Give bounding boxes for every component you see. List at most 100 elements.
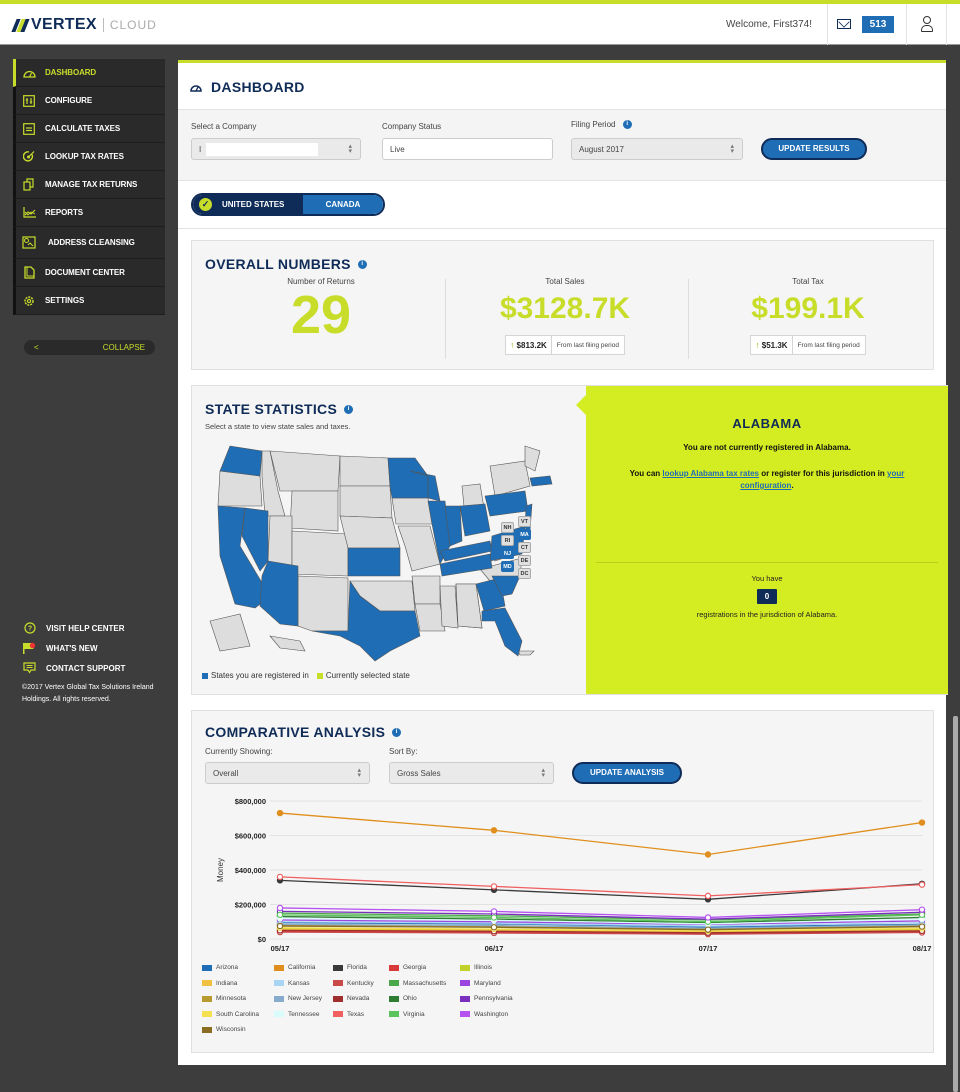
legend-swatch [389, 1011, 399, 1017]
lookup-tax-rates-link[interactable]: lookup Alabama tax rates [662, 469, 759, 478]
info-icon[interactable]: i [392, 727, 402, 737]
divider [596, 562, 938, 563]
legend-swatch [460, 964, 470, 971]
legend-label: Ohio [403, 995, 417, 1002]
sort-by-select[interactable]: Gross Sales ▴ ▾ [389, 762, 554, 784]
state-button-ct[interactable]: CT [518, 542, 531, 553]
legend-swatch [460, 1011, 470, 1017]
state-button-vt[interactable]: VT [518, 516, 531, 527]
x-tick-label: 05/17 [271, 944, 290, 953]
sidebar-item-document-center[interactable]: DOCUMENT CENTER [13, 259, 165, 287]
legend-item[interactable]: Wisconsin [202, 1026, 246, 1033]
country-united-states[interactable]: ✓ UNITED STATES [193, 195, 303, 214]
sidebar-item-reports[interactable]: REPORTS [13, 199, 165, 227]
state-arizona [259, 560, 299, 627]
message-text: or register for this jurisdiction in [759, 469, 888, 478]
vertex-logo[interactable]: VERTEX CLOUD [11, 16, 157, 34]
legend-item[interactable]: Kansas [274, 980, 310, 987]
contact-support-link[interactable]: CONTACT SUPPORT [23, 658, 125, 678]
company-select-value: I [199, 145, 202, 154]
state-button-md[interactable]: MD [501, 561, 514, 572]
y-tick-label: $600,000 [235, 832, 266, 841]
whats-new-link[interactable]: WHAT'S NEW [23, 638, 125, 658]
legend-item[interactable]: Florida [333, 964, 367, 971]
arrow-up-icon: ↑ [755, 340, 760, 350]
sidebar-nav: DASHBOARD CONFIGURE CALCULATE TAXES LOOK… [13, 59, 165, 315]
documents-icon [22, 178, 36, 192]
sidebar-item-settings[interactable]: SETTINGS [13, 287, 165, 315]
legend-item[interactable]: Texas [333, 1011, 364, 1018]
change-text: From last filing period [797, 341, 860, 349]
arrow-up-icon: ↑ [510, 340, 515, 350]
state-button-ma[interactable]: MA [518, 529, 531, 540]
legend-label: California [288, 964, 316, 971]
state-button-de[interactable]: DE [518, 555, 531, 566]
visit-help-center-link[interactable]: ? VISIT HELP CENTER [23, 618, 125, 638]
sidebar-item-label: CONFIGURE [45, 96, 93, 105]
filing-period-select[interactable]: August 2017 ▴ ▾ [571, 138, 743, 160]
sidebar-item-calculate-taxes[interactable]: CALCULATE TAXES [13, 115, 165, 143]
user-icon[interactable] [921, 16, 933, 33]
state-button-nh[interactable]: NH [501, 522, 514, 533]
sidebar-item-lookup-tax-rates[interactable]: LOOKUP TAX RATES [13, 143, 165, 171]
state-button-nj[interactable]: NJ [501, 548, 514, 559]
sidebar-item-dashboard[interactable]: DASHBOARD [13, 59, 165, 87]
data-point [276, 904, 284, 912]
update-results-button[interactable]: UPDATE RESULTS [761, 138, 867, 160]
legend-item[interactable]: Minnesota [202, 995, 246, 1002]
legend-item[interactable]: Kentucky [333, 980, 374, 987]
message-count-badge[interactable]: 513 [862, 16, 894, 33]
legend-swatch [274, 995, 284, 1002]
company-status-field[interactable]: Live [382, 138, 553, 160]
info-icon[interactable]: i [357, 259, 367, 269]
sidebar-item-manage-tax-returns[interactable]: MANAGE TAX RETURNS [13, 171, 165, 199]
legend-item[interactable]: Indiana [202, 980, 237, 987]
us-map[interactable] [200, 436, 570, 664]
legend-swatch [460, 980, 470, 986]
country-canada[interactable]: CANADA [303, 195, 383, 214]
legend-item[interactable]: New Jersey [274, 995, 322, 1002]
state-pennsylvania [484, 490, 529, 517]
info-icon[interactable]: i [622, 120, 632, 130]
state-minnesota [387, 457, 429, 499]
collapse-sidebar-button[interactable]: < COLLAPSE [24, 340, 155, 355]
legend-item[interactable]: Pennsylvania [460, 995, 513, 1002]
legend-item[interactable]: Arizona [202, 964, 238, 971]
currently-showing-select[interactable]: Overall ▴ ▾ [205, 762, 370, 784]
legend-label: South Carolina [216, 1010, 259, 1018]
legend-swatch-selected [316, 672, 323, 679]
page-scrollbar[interactable] [953, 716, 958, 1092]
svg-text:?: ? [27, 626, 31, 633]
state-button-dc[interactable]: DC [518, 568, 531, 579]
sidebar-item-configure[interactable]: CONFIGURE [13, 87, 165, 115]
data-point [704, 892, 712, 900]
update-analysis-button[interactable]: UPDATE ANALYSIS [572, 762, 682, 784]
legend-item[interactable]: Washington [460, 1011, 508, 1018]
data-point [490, 914, 498, 921]
state-button-ri[interactable]: RI [501, 535, 514, 546]
legend-item[interactable]: Virginia [389, 1011, 425, 1018]
legend-swatch [333, 980, 343, 986]
legend-item[interactable]: Ohio [389, 995, 417, 1002]
legend-item[interactable]: Maryland [460, 980, 501, 987]
mail-icon[interactable] [837, 19, 851, 29]
legend-item[interactable]: South Carolina [202, 1011, 259, 1018]
legend-swatch [202, 1026, 212, 1033]
legend-swatch [389, 980, 399, 986]
y-tick-label: $400,000 [235, 866, 266, 875]
legend-item[interactable]: Nevada [333, 995, 369, 1002]
y-axis-label: Money [216, 858, 225, 882]
state-nebraska [339, 515, 401, 549]
legend-label: Kentucky [347, 979, 374, 987]
legend-item[interactable]: Georgia [389, 964, 426, 971]
info-icon[interactable]: i [344, 404, 354, 414]
legend-item[interactable]: Illinois [460, 964, 492, 971]
total-tax-stat: Total Tax $199.1K ↑ $51.3K From last fili… [688, 277, 928, 355]
sidebar-item-address-cleansing[interactable]: ADDRESS CLEANSING [13, 227, 165, 259]
state-new-mexico [297, 575, 349, 632]
legend-item[interactable]: California [274, 964, 315, 971]
flag-icon [23, 642, 36, 655]
legend-item[interactable]: Tennessee [274, 1011, 319, 1018]
legend-item[interactable]: Massachusetts [389, 980, 446, 987]
company-select[interactable]: I ▴ ▾ [191, 138, 361, 160]
